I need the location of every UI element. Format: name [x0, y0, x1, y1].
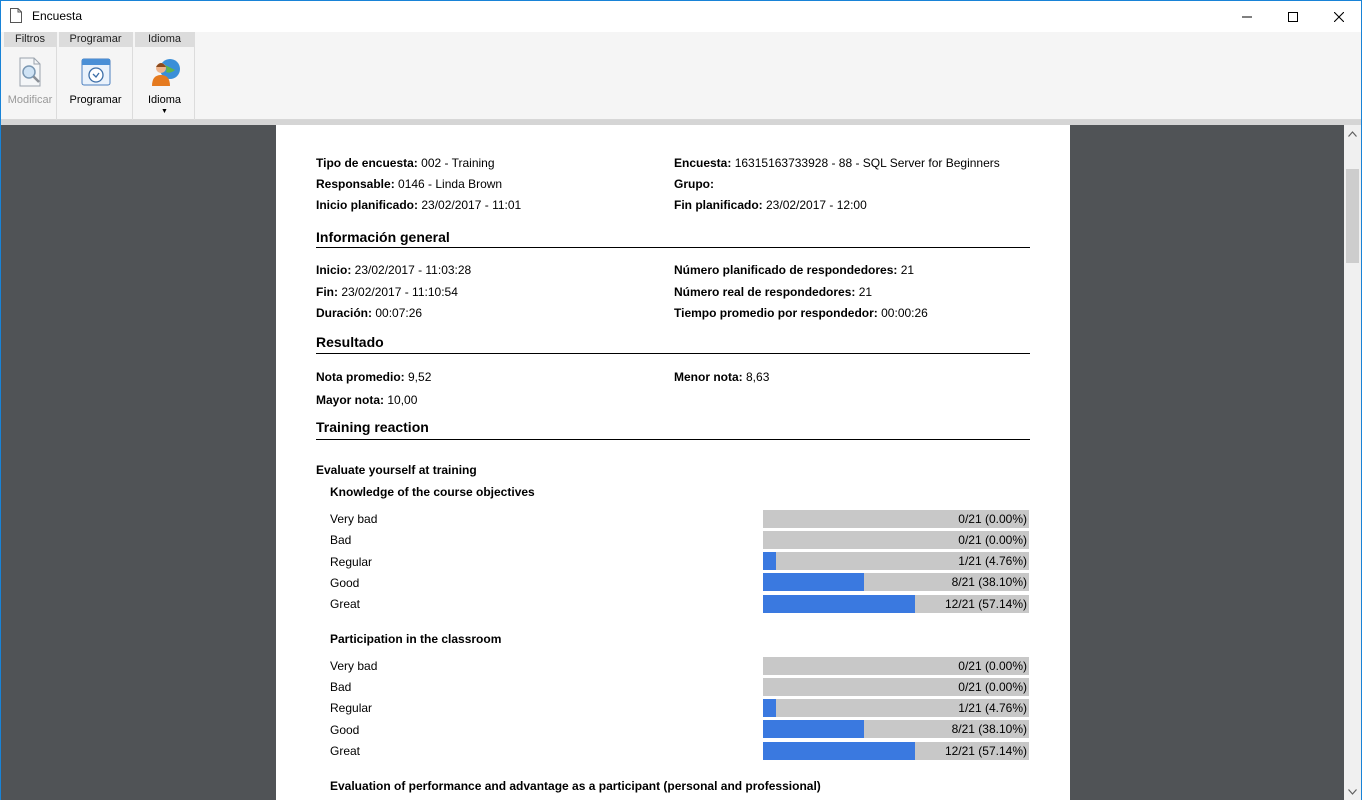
result-bar-value: 0/21 (0.00%)	[958, 680, 1027, 694]
option-label: Regular	[330, 701, 373, 715]
resultado-mayor-nota: Mayor nota: 10,00	[316, 393, 418, 407]
result-bar: 0/21 (0.00%)	[763, 657, 1029, 675]
result-bar: 8/21 (38.10%)	[763, 720, 1029, 738]
general-real-respondedores: Número real de respondedores: 21	[674, 285, 873, 299]
app-window: Encuesta Filtros Modificar Programar Pro…	[0, 0, 1362, 800]
modificar-label: Modificar	[7, 94, 53, 106]
scroll-down-button[interactable]	[1344, 783, 1361, 800]
general-planificado-respondedores: Número planificado de respondedores: 21	[674, 263, 915, 277]
meta-responsable: Responsable: 0146 - Linda Brown	[316, 177, 503, 191]
category-title: Evaluate yourself at training	[316, 463, 477, 477]
programar-button[interactable]: Programar	[59, 52, 132, 118]
result-bar-value: 0/21 (0.00%)	[958, 512, 1027, 526]
result-bar-fill	[763, 552, 776, 570]
option-label: Bad	[330, 680, 352, 694]
resultado-nota-promedio: Nota promedio: 9,52	[316, 370, 432, 384]
title-bar[interactable]: Encuesta	[1, 1, 1361, 32]
result-bar: 12/21 (57.14%)	[763, 595, 1029, 613]
result-bar: 0/21 (0.00%)	[763, 531, 1029, 549]
chevron-down-icon: ▼	[161, 108, 168, 115]
result-bar-fill	[763, 573, 864, 591]
result-bar: 8/21 (38.10%)	[763, 573, 1029, 591]
close-button[interactable]	[1316, 1, 1362, 32]
result-bar-value: 1/21 (4.76%)	[958, 554, 1027, 568]
resultado-menor-nota: Menor nota: 8,63	[674, 370, 770, 384]
ribbon-group-header: Programar	[59, 32, 132, 47]
document-icon	[10, 8, 22, 23]
schedule-clock-icon	[81, 58, 110, 86]
ribbon-group-filtros: Filtros Modificar	[4, 32, 57, 120]
meta-tipo-encuesta: Tipo de encuesta: 002 - Training	[316, 156, 495, 170]
option-label: Very bad	[330, 659, 378, 673]
option-label: Great	[330, 744, 361, 758]
minimize-icon	[1242, 16, 1252, 17]
modificar-button[interactable]: Modificar	[4, 52, 56, 118]
scrollbar-thumb[interactable]	[1346, 169, 1359, 263]
meta-inicio-planificado: Inicio planificado: 23/02/2017 - 11:01	[316, 198, 522, 212]
result-bar-fill	[763, 595, 915, 613]
user-globe-icon	[151, 59, 180, 86]
result-bar-fill	[763, 699, 776, 717]
section-title-resultado: Resultado	[316, 334, 384, 350]
result-bar: 0/21 (0.00%)	[763, 510, 1029, 528]
window-title: Encuesta	[32, 9, 83, 23]
general-inicio: Inicio: 23/02/2017 - 11:03:28	[316, 263, 472, 277]
report-viewer[interactable]: Tipo de encuesta: 002 - Training Respons…	[1, 125, 1344, 800]
chevron-down-icon	[1348, 788, 1357, 795]
result-bar: 12/21 (57.14%)	[763, 742, 1029, 760]
question-title: Knowledge of the course objectives	[330, 485, 535, 499]
option-label: Good	[330, 576, 360, 590]
report-page: Tipo de encuesta: 002 - Training Respons…	[276, 125, 1070, 800]
scroll-up-button[interactable]	[1344, 125, 1361, 142]
result-bar-value: 12/21 (57.14%)	[944, 597, 1027, 611]
meta-grupo: Grupo:	[674, 177, 714, 191]
result-bar-value: 1/21 (4.76%)	[958, 701, 1027, 715]
result-bar-value: 0/21 (0.00%)	[958, 659, 1027, 673]
ribbon-group-idioma: Idioma Idioma ▼	[135, 32, 195, 120]
idioma-label: Idioma	[147, 94, 182, 106]
option-label: Good	[330, 723, 360, 737]
section-title-general: Información general	[316, 229, 450, 245]
document-search-icon	[19, 57, 41, 87]
option-label: Great	[330, 597, 361, 611]
maximize-icon	[1288, 11, 1298, 22]
section-divider	[316, 439, 1030, 440]
result-bar: 1/21 (4.76%)	[763, 552, 1029, 570]
result-bar-value: 12/21 (57.14%)	[944, 744, 1027, 758]
general-tiempo-promedio: Tiempo promedio por respondedor: 00:00:2…	[674, 306, 928, 320]
result-bar: 0/21 (0.00%)	[763, 678, 1029, 696]
option-label: Regular	[330, 555, 373, 569]
question-title: Participation in the classroom	[330, 632, 502, 646]
section-title-training: Training reaction	[316, 419, 429, 435]
result-bar-value: 8/21 (38.10%)	[951, 722, 1027, 736]
result-bar-value: 8/21 (38.10%)	[951, 575, 1027, 589]
result-bar-fill	[763, 742, 915, 760]
vertical-scrollbar[interactable]	[1344, 125, 1361, 800]
ribbon-group-programar: Programar Programar	[59, 32, 133, 120]
maximize-button[interactable]	[1270, 1, 1316, 32]
general-fin: Fin: 23/02/2017 - 11:10:54	[316, 285, 458, 299]
question-title: Evaluation of performance and advantage …	[330, 779, 821, 793]
meta-fin-planificado: Fin planificado: 23/02/2017 - 12:00	[674, 198, 867, 212]
meta-encuesta: Encuesta: 16315163733928 - 88 - SQL Serv…	[674, 156, 1000, 170]
option-label: Very bad	[330, 512, 378, 526]
result-bar: 1/21 (4.76%)	[763, 699, 1029, 717]
section-divider	[316, 353, 1030, 354]
chevron-up-icon	[1348, 130, 1357, 137]
close-icon	[1334, 11, 1344, 22]
ribbon-group-header: Filtros	[4, 32, 56, 47]
minimize-button[interactable]	[1224, 1, 1270, 32]
result-bar-value: 0/21 (0.00%)	[958, 533, 1027, 547]
option-label: Bad	[330, 533, 352, 547]
section-divider	[316, 247, 1030, 248]
programar-label: Programar	[69, 94, 122, 106]
result-bar-fill	[763, 720, 864, 738]
general-duracion: Duración: 00:07:26	[316, 306, 423, 320]
ribbon: Filtros Modificar Programar Programar Id…	[1, 32, 1361, 120]
ribbon-group-header: Idioma	[135, 32, 194, 47]
idioma-button[interactable]: Idioma ▼	[135, 52, 194, 118]
